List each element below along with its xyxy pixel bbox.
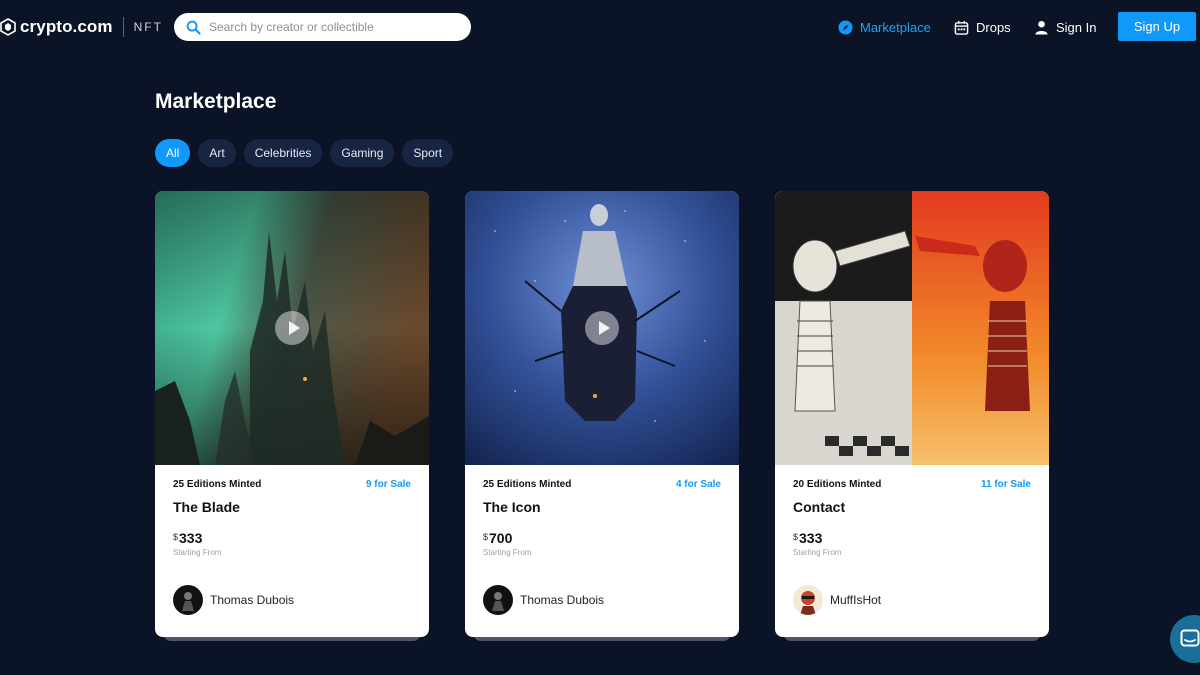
nft-price: 333 [179, 530, 203, 546]
filter-all[interactable]: All [155, 139, 191, 167]
price-caption: Starting From [793, 548, 842, 557]
filter-art[interactable]: Art [198, 139, 236, 167]
nav-marketplace-label: Marketplace [860, 19, 931, 35]
creator-info[interactable]: Thomas Dubois [173, 585, 294, 615]
brand-suffix: NFT [133, 20, 163, 34]
editions-minted: 25 Editions Minted [483, 479, 572, 490]
avatar [173, 585, 203, 615]
nav-sign-in-label: Sign In [1056, 19, 1097, 35]
card-meta-row: 25 Editions Minted 4 for Sale [483, 479, 721, 490]
card-info: 25 Editions Minted 9 for Sale The Blade … [155, 465, 429, 637]
nav-drops-label: Drops [976, 19, 1011, 35]
nft-card[interactable]: 25 Editions Minted 9 for Sale The Blade … [155, 191, 429, 637]
filter-gaming[interactable]: Gaming [330, 139, 395, 167]
card-meta-row: 20 Editions Minted 11 for Sale [793, 479, 1031, 490]
price-caption: Starting From [173, 548, 222, 557]
creator-name: Thomas Dubois [210, 593, 295, 607]
category-filters: All Art Celebrities Gaming Sport [155, 139, 454, 167]
top-navbar: crypto.com NFT Marketplace Drops [0, 0, 1200, 54]
nft-title: The Blade [173, 499, 240, 515]
avatar [793, 585, 823, 615]
nft-card[interactable]: 20 Editions Minted 11 for Sale Contact $… [775, 191, 1049, 637]
play-icon[interactable] [275, 311, 309, 345]
card-meta-row: 25 Editions Minted 9 for Sale [173, 479, 411, 490]
search-icon [186, 20, 201, 35]
card-info: 25 Editions Minted 4 for Sale The Icon $… [465, 465, 739, 637]
price-caption: Starting From [483, 548, 532, 557]
price-row: $ 333 [173, 530, 411, 546]
nft-media[interactable] [775, 191, 1049, 465]
nav-drops[interactable]: Drops [954, 18, 1011, 36]
editions-minted: 20 Editions Minted [793, 479, 882, 490]
compass-icon [838, 19, 853, 35]
search-bar [174, 13, 471, 41]
nft-title: The Icon [483, 499, 541, 515]
brand-logo[interactable]: crypto.com NFT [0, 14, 163, 40]
brand-divider [122, 17, 124, 37]
avatar [483, 585, 513, 615]
creator-info[interactable]: MuffIsHot [793, 585, 881, 615]
nft-media[interactable] [465, 191, 739, 465]
nft-card-wrapper: 20 Editions Minted 11 for Sale Contact $… [775, 191, 1049, 651]
for-sale-count: 11 for Sale [980, 479, 1031, 490]
nft-price: 700 [489, 530, 513, 546]
nav-sign-in[interactable]: Sign In [1034, 18, 1096, 36]
sign-up-button[interactable]: Sign Up [1118, 12, 1196, 41]
nft-media[interactable] [155, 191, 429, 465]
nft-card[interactable]: 25 Editions Minted 4 for Sale The Icon $… [465, 191, 739, 637]
nft-artwork-image [775, 191, 1049, 465]
price-row: $ 333 [793, 530, 1031, 546]
card-info: 20 Editions Minted 11 for Sale Contact $… [775, 465, 1049, 637]
chat-support-button[interactable] [1170, 615, 1200, 663]
creator-name: MuffIsHot [830, 593, 882, 607]
crypto-lion-icon [0, 18, 16, 36]
play-icon[interactable] [585, 311, 619, 345]
brand-name: crypto.com [20, 17, 113, 36]
calendar-icon [954, 20, 969, 35]
filter-celebrities[interactable]: Celebrities [243, 139, 323, 167]
user-icon [1035, 20, 1048, 35]
currency-symbol: $ [793, 532, 799, 542]
currency-symbol: $ [483, 532, 489, 542]
chat-icon [1180, 629, 1200, 647]
for-sale-count: 9 for Sale [365, 479, 411, 490]
currency-symbol: $ [173, 532, 179, 542]
nft-card-wrapper: 25 Editions Minted 4 for Sale The Icon $… [465, 191, 739, 651]
creator-info[interactable]: Thomas Dubois [483, 585, 604, 615]
nav-marketplace[interactable]: Marketplace [838, 18, 931, 36]
search-input[interactable] [209, 20, 459, 34]
nft-price: 333 [799, 530, 823, 546]
for-sale-count: 4 for Sale [675, 479, 721, 490]
creator-name: Thomas Dubois [520, 593, 605, 607]
editions-minted: 25 Editions Minted [173, 479, 262, 490]
price-row: $ 700 [483, 530, 721, 546]
page-title: Marketplace [155, 90, 277, 113]
nft-title: Contact [793, 499, 846, 515]
filter-sport[interactable]: Sport [402, 139, 454, 167]
nft-card-wrapper: 25 Editions Minted 9 for Sale The Blade … [155, 191, 429, 651]
